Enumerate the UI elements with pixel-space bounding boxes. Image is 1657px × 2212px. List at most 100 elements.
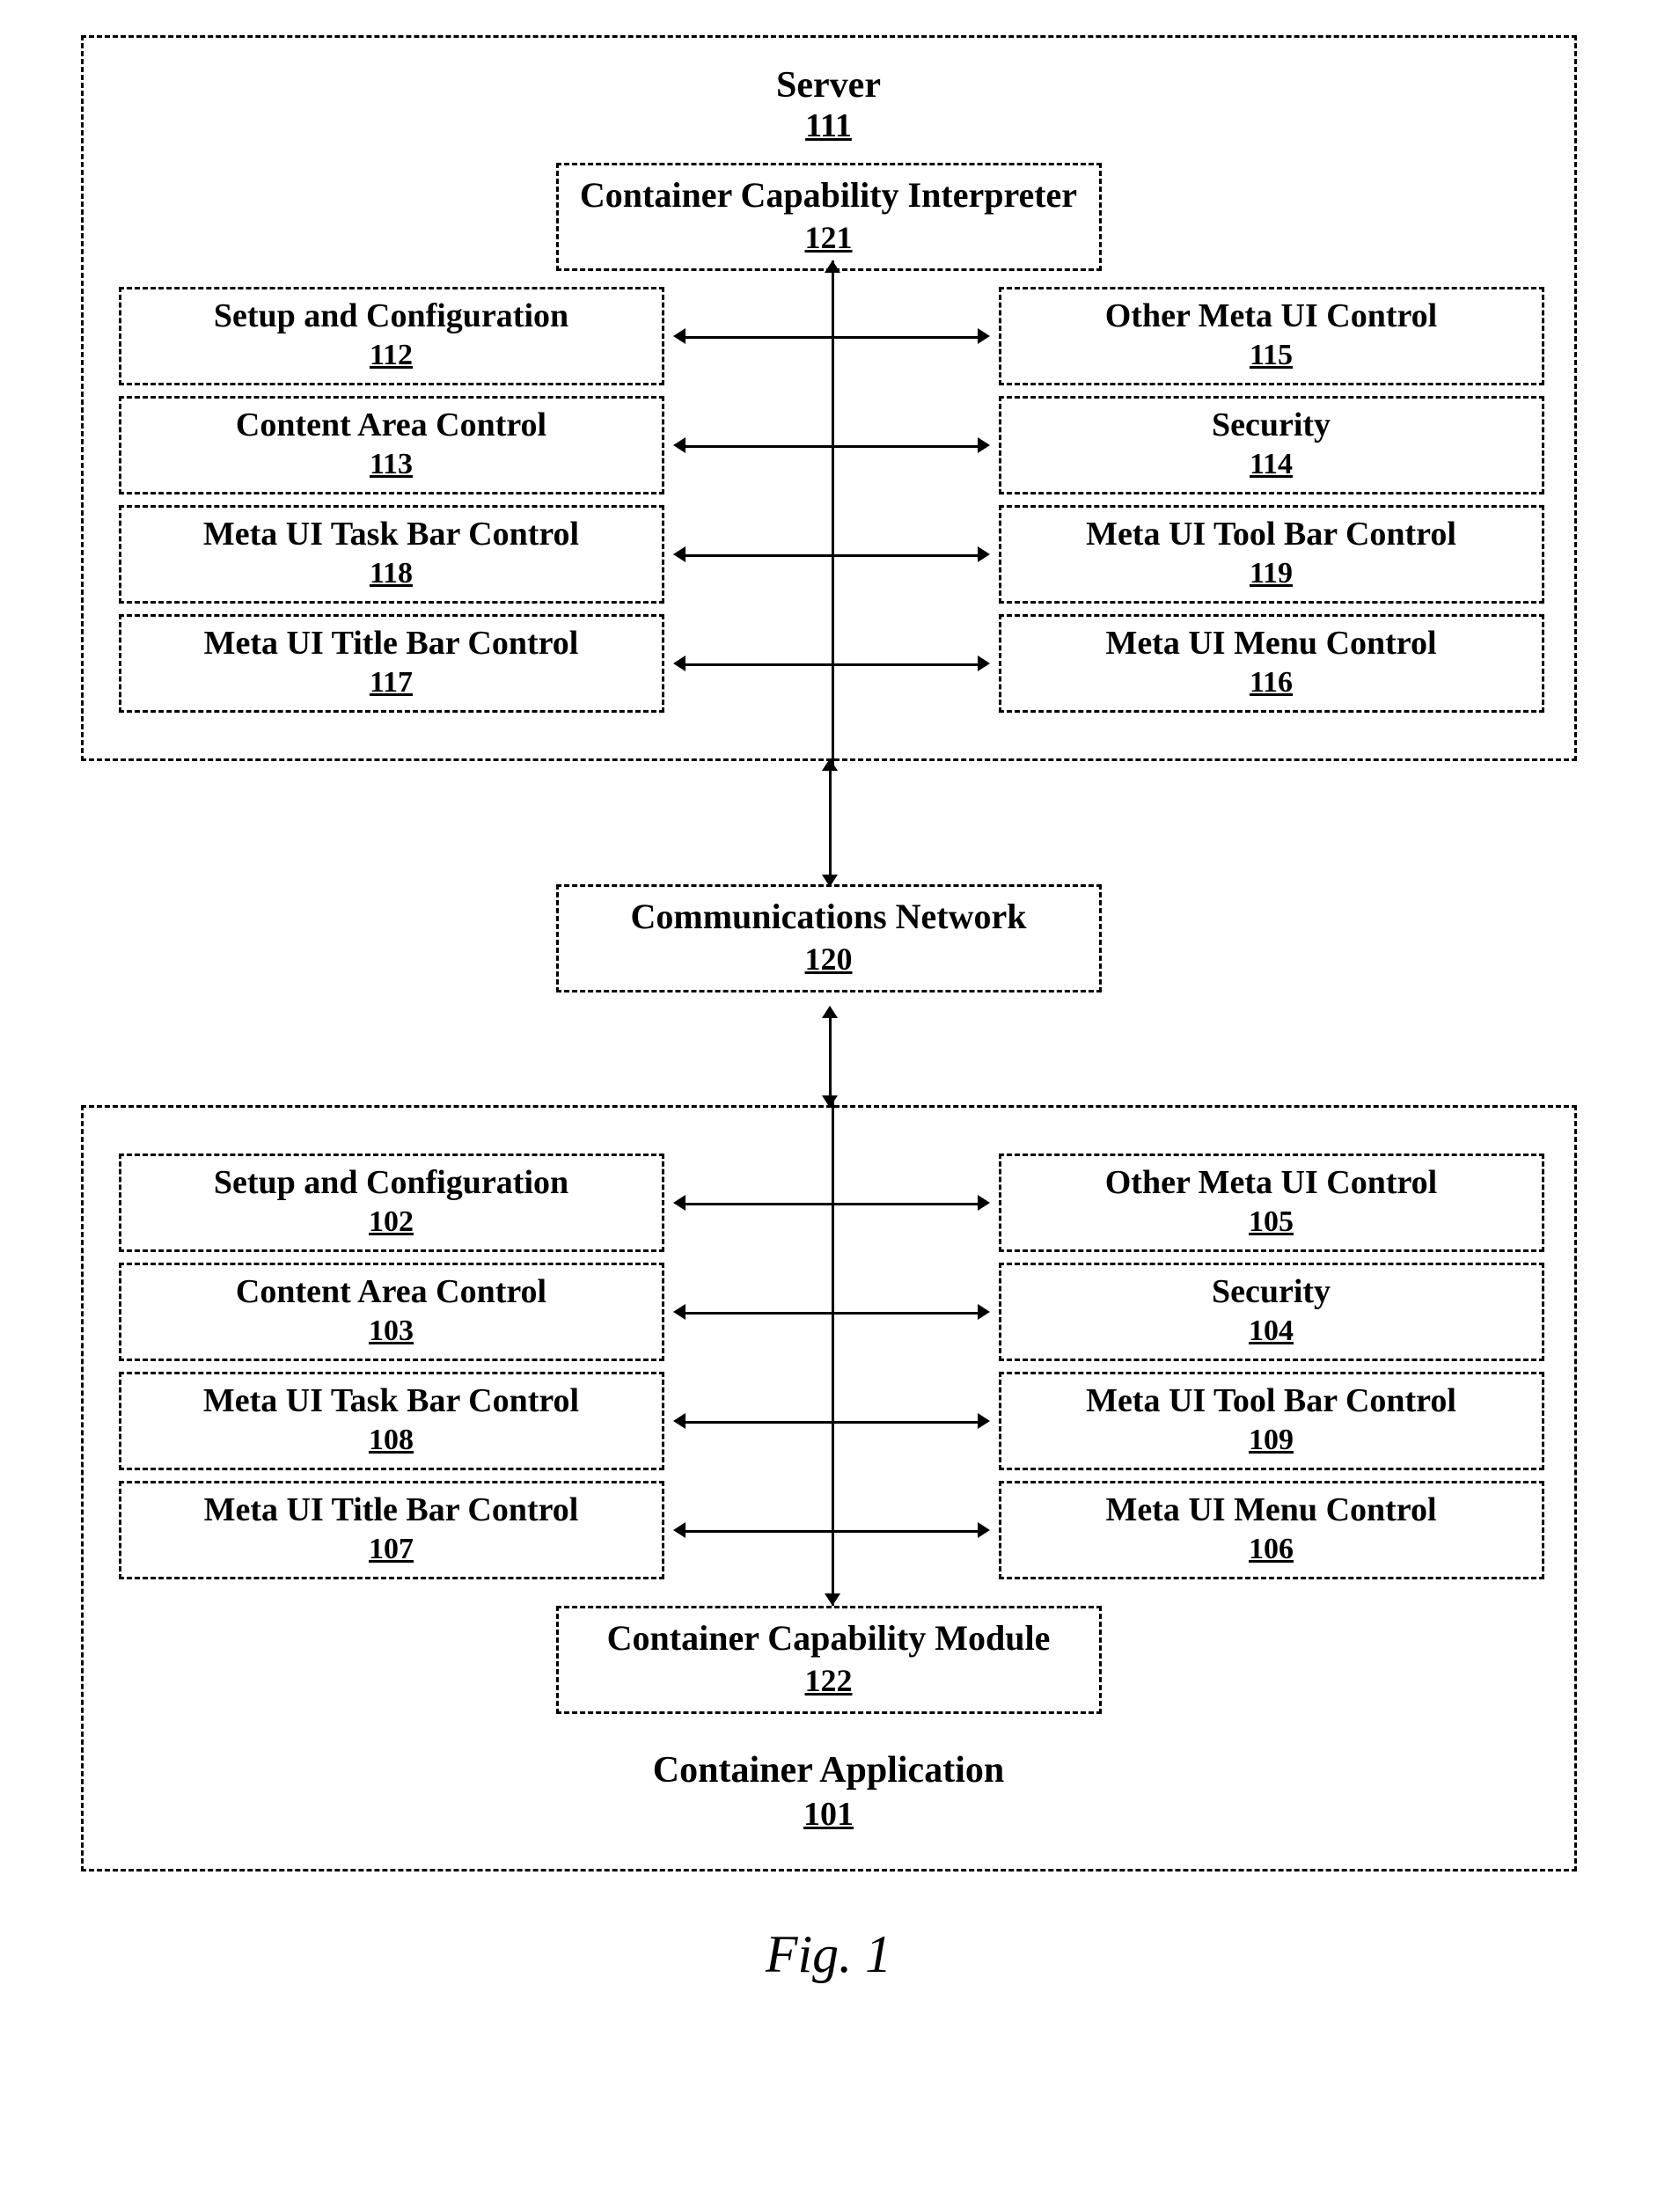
connector-area [673, 287, 990, 385]
box-ref: 109 [1008, 1424, 1535, 1457]
arrow-left-icon [673, 656, 686, 671]
figure-caption: Fig. 1 [37, 1924, 1621, 1985]
other-meta-ui-box: Other Meta UI Control 105 [999, 1154, 1544, 1252]
network-title: Communications Network [568, 896, 1090, 937]
box-title: Meta UI Title Bar Control [128, 1491, 655, 1529]
box-ref: 118 [128, 557, 655, 590]
security-box: Security 114 [999, 396, 1544, 494]
taskbar-box: Meta UI Task Bar Control 108 [119, 1372, 664, 1470]
box-title: Security [1008, 1272, 1535, 1311]
menu-box: Meta UI Menu Control 116 [999, 614, 1544, 713]
arrow-right-icon [978, 1304, 990, 1320]
link-network-container [81, 1008, 1577, 1105]
toolbar-box: Meta UI Tool Bar Control 119 [999, 505, 1544, 604]
arrow-right-icon [978, 656, 990, 671]
interpreter-title: Container Capability Interpreter [568, 174, 1090, 216]
connector-line [686, 1530, 978, 1533]
server-title: Server [119, 64, 1539, 106]
setup-config-box: Setup and Configuration 112 [119, 287, 664, 385]
box-title: Security [1008, 406, 1535, 444]
box-title: Content Area Control [128, 406, 655, 444]
box-ref: 116 [1008, 666, 1535, 699]
container-rows: Setup and Configuration 102 Other Meta U… [119, 1154, 1544, 1579]
box-title: Meta UI Menu Control [1008, 1491, 1535, 1529]
table-row: Setup and Configuration 102 Other Meta U… [119, 1154, 1544, 1252]
module-ref: 122 [568, 1662, 1090, 1699]
box-title: Meta UI Menu Control [1008, 624, 1535, 663]
box-title: Meta UI Task Bar Control [128, 515, 655, 553]
box-ref: 114 [1008, 448, 1535, 481]
connector-area [673, 505, 990, 604]
arrow-left-icon [673, 328, 686, 344]
connector-area [673, 614, 990, 713]
box-title: Meta UI Title Bar Control [128, 624, 655, 663]
arrow-right-icon [978, 1522, 990, 1538]
menu-box: Meta UI Menu Control 106 [999, 1481, 1544, 1579]
box-title: Content Area Control [128, 1272, 655, 1311]
table-row: Meta UI Task Bar Control 108 Meta UI Too… [119, 1372, 1544, 1470]
box-ref: 107 [128, 1533, 655, 1566]
box-ref: 112 [128, 339, 655, 372]
box-title: Meta UI Task Bar Control [128, 1381, 655, 1420]
connector-area [673, 1263, 990, 1361]
box-title: Other Meta UI Control [1008, 1163, 1535, 1202]
table-row: Setup and Configuration 112 Other Meta U… [119, 287, 1544, 385]
connector-area [673, 1372, 990, 1470]
titlebar-box: Meta UI Title Bar Control 107 [119, 1481, 664, 1579]
connector-line [686, 445, 978, 448]
arrow-left-icon [673, 1195, 686, 1211]
table-row: Meta UI Title Bar Control 117 Meta UI Me… [119, 614, 1544, 713]
arrow-down-icon [822, 875, 838, 887]
box-ref: 108 [128, 1424, 655, 1457]
box-ref: 104 [1008, 1315, 1535, 1348]
server-ref: 111 [119, 106, 1539, 145]
connector-area [673, 396, 990, 494]
table-row: Meta UI Title Bar Control 107 Meta UI Me… [119, 1481, 1544, 1579]
network-box: Communications Network 120 [556, 884, 1102, 992]
content-area-box: Content Area Control 113 [119, 396, 664, 494]
arrow-up-icon [825, 260, 840, 273]
content-area-box: Content Area Control 103 [119, 1263, 664, 1361]
box-ref: 103 [128, 1315, 655, 1348]
titlebar-box: Meta UI Title Bar Control 117 [119, 614, 664, 713]
table-row: Content Area Control 113 Security 114 [119, 396, 1544, 494]
connector-line [686, 336, 978, 339]
taskbar-box: Meta UI Task Bar Control 118 [119, 505, 664, 604]
security-box: Security 104 [999, 1263, 1544, 1361]
link-server-network [81, 761, 1577, 884]
box-ref: 115 [1008, 339, 1535, 372]
server-rows: Setup and Configuration 112 Other Meta U… [119, 287, 1544, 713]
box-ref: 117 [128, 666, 655, 699]
box-title: Meta UI Tool Bar Control [1008, 1381, 1535, 1420]
arrow-left-icon [673, 1522, 686, 1538]
box-title: Other Meta UI Control [1008, 297, 1535, 335]
arrow-up-icon [822, 1006, 838, 1018]
connector-area [673, 1154, 990, 1252]
box-ref: 113 [128, 448, 655, 481]
arrow-left-icon [673, 1413, 686, 1429]
arrow-right-icon [978, 546, 990, 562]
module-box: Container Capability Module 122 [556, 1606, 1102, 1714]
arrow-left-icon [673, 437, 686, 453]
arrow-right-icon [978, 1413, 990, 1429]
interpreter-box: Container Capability Interpreter 121 [556, 163, 1102, 271]
table-row: Content Area Control 103 Security 104 [119, 1263, 1544, 1361]
box-title: Meta UI Tool Bar Control [1008, 515, 1535, 553]
container-title: Container Application [119, 1749, 1539, 1791]
connector-line [686, 663, 978, 666]
figure-1: Server 111 Container Capability Interpre… [37, 35, 1621, 1985]
box-ref: 102 [128, 1205, 655, 1239]
server-box: Server 111 Container Capability Interpre… [81, 35, 1577, 761]
vertical-line [829, 1008, 832, 1105]
table-row: Meta UI Task Bar Control 118 Meta UI Too… [119, 505, 1544, 604]
arrow-right-icon [978, 328, 990, 344]
connector-line [686, 1421, 978, 1424]
box-ref: 105 [1008, 1205, 1535, 1239]
network-ref: 120 [568, 941, 1090, 978]
arrow-down-icon [825, 1593, 840, 1606]
box-ref: 119 [1008, 557, 1535, 590]
box-ref: 106 [1008, 1533, 1535, 1566]
box-title: Setup and Configuration [128, 297, 655, 335]
toolbar-box: Meta UI Tool Bar Control 109 [999, 1372, 1544, 1470]
connector-line [686, 1203, 978, 1205]
